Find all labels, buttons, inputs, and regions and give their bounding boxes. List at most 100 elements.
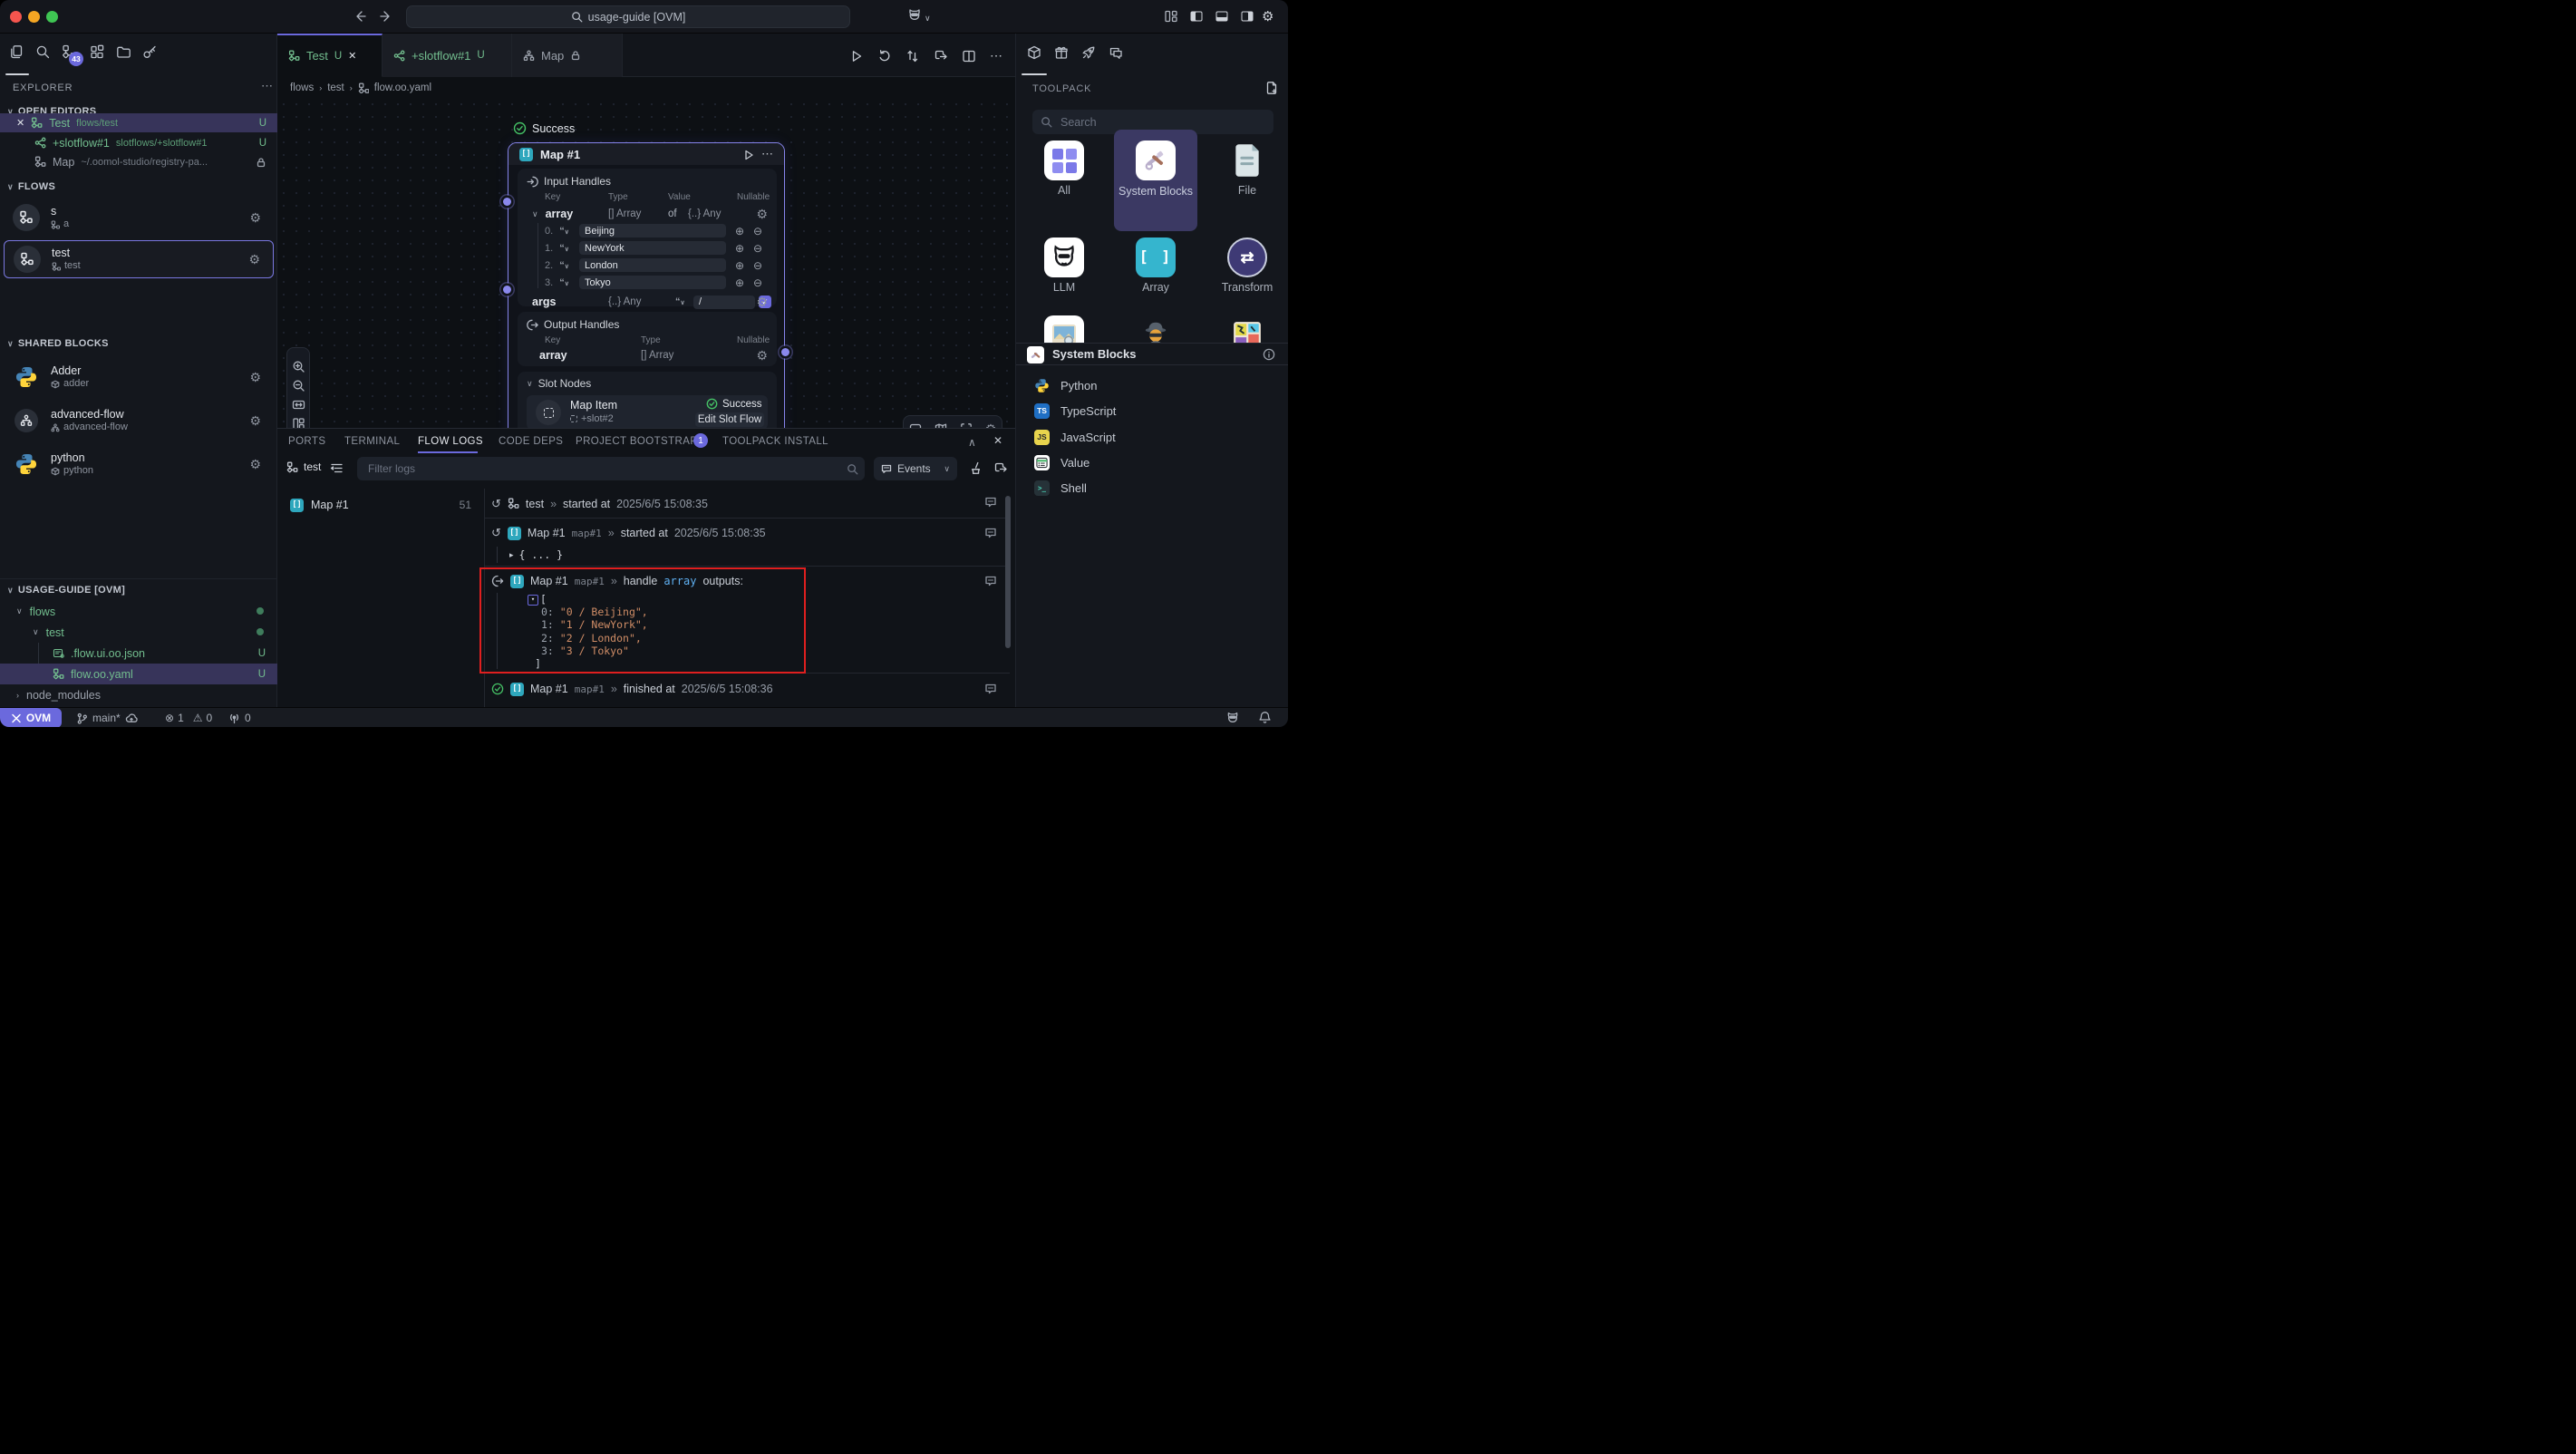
chat-icon[interactable] <box>1109 45 1124 61</box>
zoom-in-icon[interactable] <box>292 360 305 373</box>
args-value-input[interactable]: / <box>693 296 755 309</box>
tile-llm-label[interactable]: LLM <box>1026 281 1102 294</box>
tab-slotflow[interactable]: +slotflow#1 U <box>383 34 512 77</box>
array-item-input[interactable]: NewYork <box>579 241 726 255</box>
explorer-files-icon[interactable] <box>9 44 24 60</box>
tree-item-flow-oo-yaml[interactable]: flow.oo.yaml U <box>0 664 277 684</box>
toolpack-box-icon[interactable] <box>1027 45 1042 61</box>
more-actions-icon[interactable]: ⋯ <box>990 48 1002 63</box>
explorer-more-icon[interactable]: ⋯ <box>261 79 273 93</box>
clear-logs-icon[interactable] <box>969 461 983 475</box>
tile-all-label[interactable]: All <box>1026 184 1102 197</box>
usage-guide-header[interactable]: ∨USAGE-GUIDE [OVM] <box>7 585 125 596</box>
flows-section-header[interactable]: ∨FLOWS <box>7 181 55 192</box>
problems-status[interactable]: ⊗1 ⚠0 <box>165 708 212 727</box>
tile-file-label[interactable]: File <box>1209 184 1285 197</box>
block-item-typescript[interactable]: TS TypeScript <box>1016 398 1288 423</box>
panel-tab-flow-logs[interactable]: FLOW LOGS <box>418 436 483 447</box>
fit-view-icon[interactable] <box>292 398 305 412</box>
ports-status[interactable]: 0 <box>228 708 251 727</box>
close-icon[interactable]: ✕ <box>348 50 356 62</box>
auto-layout-icon[interactable] <box>292 417 305 428</box>
search-icon[interactable] <box>35 44 51 60</box>
panel-tab-code-deps[interactable]: CODE DEPS <box>499 436 563 447</box>
handle-gear-icon[interactable]: ⚙ <box>756 296 768 308</box>
log-entry-map-finished[interactable]: [] Map #1 map#1 » finished at 2025/6/5 1… <box>484 674 1010 703</box>
rocket-icon[interactable] <box>1081 45 1097 61</box>
log-flow-selector[interactable]: test <box>286 460 321 473</box>
input-row-array[interactable]: ∨ array [] Array of {..} Any ⚙ <box>532 207 768 221</box>
open-editor-item-test[interactable]: ✕ Test flows/test U <box>0 113 277 132</box>
tile-array-label[interactable]: Array <box>1118 281 1194 294</box>
traffic-close-button[interactable] <box>10 11 22 23</box>
tile-all-icon[interactable] <box>1044 141 1084 180</box>
toolpack-search-input[interactable] <box>1059 115 1258 130</box>
ovm-remote-indicator[interactable]: OVM <box>0 708 62 727</box>
toggle-left-sidebar-icon[interactable] <box>1189 9 1204 24</box>
array-item-input[interactable]: London <box>579 258 726 272</box>
export-logs-icon[interactable] <box>993 461 1007 475</box>
gift-icon[interactable] <box>1054 45 1070 61</box>
flow-canvas[interactable]: Success [] Map #1 ⋯ Input Handles <box>277 98 1015 428</box>
remove-item-icon[interactable]: ⊖ <box>753 260 762 271</box>
collapse-panel-icon[interactable]: ∧ <box>968 436 976 449</box>
log-expand-row[interactable]: ▸ { ... } <box>484 547 1010 563</box>
export-icon[interactable] <box>934 49 947 63</box>
tile-file-icon[interactable] <box>1227 141 1267 180</box>
blocks-activity-icon[interactable] <box>90 44 105 60</box>
node-run-icon[interactable] <box>742 149 754 160</box>
expand-caret-icon[interactable]: ▸ <box>509 550 514 560</box>
shared-block-adder[interactable]: Adder adder ⚙ <box>4 360 274 394</box>
block-settings-gear-icon[interactable]: ⚙ <box>249 371 261 383</box>
tile-llm-icon[interactable] <box>1044 237 1084 277</box>
shared-block-python[interactable]: python python ⚙ <box>4 447 274 481</box>
flow-settings-gear-icon[interactable]: ⚙ <box>249 211 261 224</box>
array-item-input[interactable]: Beijing <box>579 224 726 237</box>
run-flow-icon[interactable] <box>849 49 863 63</box>
sync-arrows-icon[interactable] <box>905 49 919 63</box>
breadcrumb[interactable]: flows› test› flow.oo.yaml <box>277 77 1015 98</box>
comment-icon[interactable] <box>984 683 997 695</box>
comment-icon[interactable] <box>984 575 997 587</box>
tree-item-flow-ui-json[interactable]: .flow.ui.oo.json U <box>0 643 277 664</box>
close-icon[interactable]: ✕ <box>16 117 24 129</box>
traffic-minimize-button[interactable] <box>28 11 40 23</box>
panel-tab-project-bootstrap[interactable]: PROJECT BOOTSTRAP <box>576 436 697 447</box>
toggle-right-sidebar-icon[interactable] <box>1240 9 1254 24</box>
log-entry-map-outputs[interactable]: [] Map #1 map#1 » handle array outputs: … <box>484 567 1010 674</box>
nav-back-icon[interactable] <box>353 9 367 24</box>
flow-card-test[interactable]: test test ⚙ <box>4 240 274 278</box>
flows-activity-icon[interactable]: 43 <box>62 44 77 60</box>
tile-transform-label[interactable]: Transform <box>1209 281 1285 294</box>
nav-forward-icon[interactable] <box>379 9 393 24</box>
slot-card[interactable]: Map Item +slot#2 Success Edit Slot Flow <box>527 395 768 428</box>
node-header[interactable]: [] Map #1 ⋯ <box>508 143 784 165</box>
log-entry-map-started[interactable]: ↺ [] Map #1 map#1 » started at 2025/6/5 … <box>484 519 1010 567</box>
handle-gear-icon[interactable]: ⚙ <box>756 349 768 362</box>
log-list-icon[interactable] <box>330 461 344 475</box>
folder-icon[interactable] <box>116 44 131 60</box>
settings-gear-icon[interactable]: ⚙ <box>1262 8 1273 24</box>
log-entry-flow-started[interactable]: ↺ test » started at 2025/6/5 15:08:35 <box>484 489 1010 519</box>
panel-tab-ports[interactable]: PORTS <box>288 436 325 447</box>
output-port-array[interactable] <box>781 348 789 356</box>
remove-item-icon[interactable]: ⊖ <box>753 277 762 288</box>
notifications-bell-icon[interactable] <box>1258 711 1272 724</box>
log-json-tree[interactable]: ▾[ 0: "0 / Beijing", 1: "1 / NewYork", 2… <box>528 593 648 670</box>
input-port-array[interactable] <box>503 198 511 206</box>
tile-transform-icon[interactable]: ⇄ <box>1227 237 1267 277</box>
block-item-shell[interactable]: >_ Shell <box>1016 475 1288 500</box>
key-icon[interactable] <box>142 44 158 60</box>
block-settings-gear-icon[interactable]: ⚙ <box>249 458 261 470</box>
chevron-down-icon[interactable]: ∨ <box>925 14 931 24</box>
flow-card-s[interactable]: s a ⚙ <box>4 199 274 237</box>
assistant-status-icon[interactable] <box>1225 711 1240 725</box>
logs-scrollbar[interactable] <box>1005 496 1011 648</box>
comment-icon[interactable] <box>984 496 997 509</box>
panel-tab-toolpack-install[interactable]: TOOLPACK INSTALL <box>722 436 828 447</box>
log-node-list-item[interactable]: [] Map #1 51 <box>277 494 484 516</box>
traffic-zoom-button[interactable] <box>46 11 58 23</box>
tree-item-node-modules[interactable]: ›node_modules <box>0 684 277 705</box>
collapse-caret-icon[interactable]: ▾ <box>528 595 538 606</box>
tree-item-test[interactable]: ∨test <box>0 622 277 643</box>
